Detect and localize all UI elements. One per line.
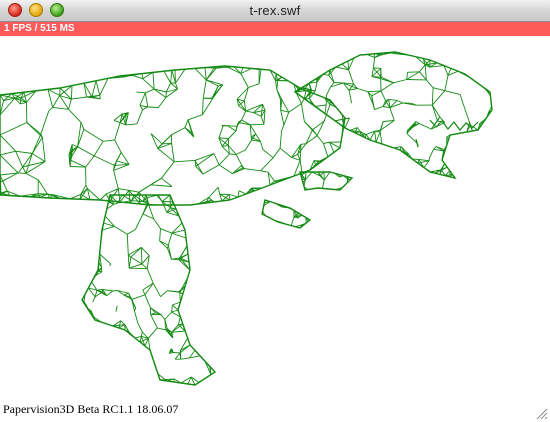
window-title: t-rex.swf xyxy=(249,3,301,18)
fps-text: 1 FPS / 515 MS xyxy=(4,23,75,34)
resize-grip-icon[interactable] xyxy=(536,408,548,420)
version-text: Papervision3D Beta RC1.1 18.06.07 xyxy=(3,402,179,416)
wireframe-mesh-part xyxy=(299,171,354,191)
wireframe-mesh-part xyxy=(0,65,346,206)
fps-stats-bar: 1 FPS / 515 MS xyxy=(0,22,550,36)
wireframe-mesh-part xyxy=(261,199,312,229)
flash-stage[interactable] xyxy=(0,36,550,422)
window-titlebar[interactable]: t-rex.swf xyxy=(0,0,550,22)
t-rex-wireframe-model xyxy=(0,51,493,386)
wireframe-mesh-part xyxy=(81,194,217,386)
